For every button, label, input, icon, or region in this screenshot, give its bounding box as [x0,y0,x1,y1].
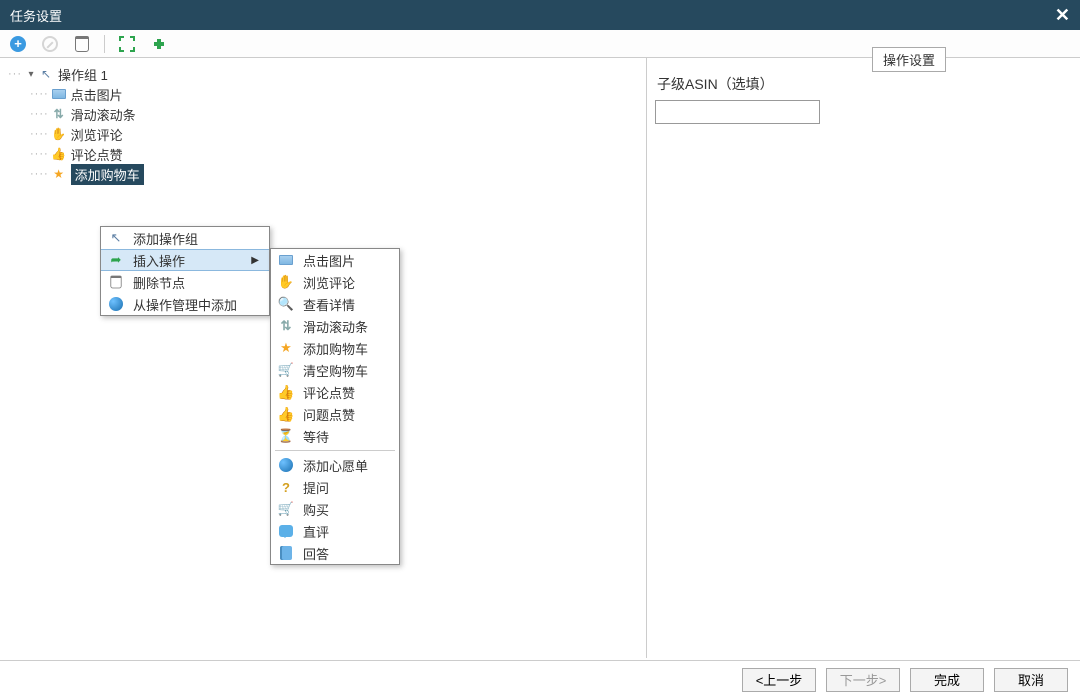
submenu-add-wishlist[interactable]: 添加心愿单 [271,454,399,476]
settings-panel: 操作设置 子级ASIN（选填） [647,58,1080,658]
submenu-buy[interactable]: 🛒购买 [271,498,399,520]
prev-button[interactable]: <上一步 [742,668,816,692]
collapse-icon [151,36,167,52]
separator [104,35,105,53]
titlebar: 任务设置 ✕ [0,0,1080,30]
collapse-all-button[interactable] [149,34,169,54]
window-title: 任务设置 [10,6,62,25]
settings-tab[interactable]: 操作设置 [872,47,946,72]
globe-icon [277,458,295,472]
hourglass-icon: ⏳ [277,428,295,444]
main-area: ··· ▾ ↖ 操作组 1 ···· 点击图片 ···· ⇅ 滑动滚动条 ···… [0,58,1080,658]
submenu-wait[interactable]: ⏳等待 [271,425,399,447]
scroll-icon: ⇅ [277,318,295,334]
tree-item[interactable]: ···· 👍 评论点赞 [8,144,638,164]
tree-root[interactable]: ··· ▾ ↖ 操作组 1 [8,64,638,84]
menu-divider [275,450,395,451]
cursor-icon: ↖ [107,230,125,246]
thumb-up-icon: 👍 [51,146,67,162]
disabled-icon [42,36,58,52]
asin-input[interactable] [655,100,820,124]
menu-insert-operation[interactable]: ➦ 插入操作 ▶ [101,249,269,271]
asin-label: 子级ASIN（选填） [657,74,1072,94]
context-menu: ↖ 添加操作组 ➦ 插入操作 ▶ 删除节点 从操作管理中添加 [100,226,270,316]
next-button: 下一步> [826,668,900,692]
menu-add-group[interactable]: ↖ 添加操作组 [101,227,269,249]
submenu-answer[interactable]: 回答 [271,542,399,564]
collapse-toggle[interactable]: ▾ [24,69,38,80]
add-button[interactable]: + [8,34,28,54]
thumb-up-icon: 👍 [277,406,295,423]
insert-icon: ➦ [107,252,125,268]
cart-icon: 🛒 [277,362,295,378]
star-icon: ★ [51,166,67,182]
submenu-ask[interactable]: ?提问 [271,476,399,498]
question-icon: ? [277,480,295,495]
close-icon[interactable]: ✕ [1055,5,1070,26]
operation-tree: ··· ▾ ↖ 操作组 1 ···· 点击图片 ···· ⇅ 滑动滚动条 ···… [0,62,646,186]
trash-icon [107,274,125,290]
globe-icon [107,297,125,311]
scroll-icon: ⇅ [51,106,67,122]
submenu-question-like[interactable]: 👍问题点赞 [271,403,399,425]
submenu-click-image[interactable]: 点击图片 [271,249,399,271]
hand-icon: ✋ [277,274,295,290]
book-icon [277,546,295,560]
disabled-button [40,34,60,54]
plus-icon: + [10,36,26,52]
thumb-up-icon: 👍 [277,384,295,401]
submenu-add-cart[interactable]: ★添加购物车 [271,337,399,359]
tree-root-label: 操作组 1 [58,65,108,84]
submenu-scroll[interactable]: ⇅滑动滚动条 [271,315,399,337]
menu-delete-node[interactable]: 删除节点 [101,271,269,293]
image-icon [51,86,67,102]
magnifier-icon: 🔍 [277,296,295,312]
footer: <上一步 下一步> 完成 取消 [0,660,1080,698]
expand-icon [119,36,135,52]
expand-all-button[interactable] [117,34,137,54]
menu-add-from-manager[interactable]: 从操作管理中添加 [101,293,269,315]
speech-icon [277,525,295,537]
submenu-review-like[interactable]: 👍评论点赞 [271,381,399,403]
tree-item[interactable]: ···· ✋ 浏览评论 [8,124,638,144]
submenu-view-details[interactable]: 🔍查看详情 [271,293,399,315]
cart-icon: 🛒 [277,501,295,517]
submenu-browse-reviews[interactable]: ✋浏览评论 [271,271,399,293]
tree-item-selected[interactable]: ···· ★ 添加购物车 [8,164,638,184]
cursor-icon: ↖ [38,66,54,82]
star-icon: ★ [277,340,295,356]
delete-button[interactable] [72,34,92,54]
submenu-clear-cart[interactable]: 🛒清空购物车 [271,359,399,381]
image-icon [277,255,295,265]
trash-icon [75,36,89,52]
context-submenu: 点击图片 ✋浏览评论 🔍查看详情 ⇅滑动滚动条 ★添加购物车 🛒清空购物车 👍评… [270,248,400,565]
finish-button[interactable]: 完成 [910,668,984,692]
chevron-right-icon: ▶ [251,255,259,266]
cancel-button[interactable]: 取消 [994,668,1068,692]
hand-icon: ✋ [51,126,67,142]
tree-item[interactable]: ···· 点击图片 [8,84,638,104]
submenu-direct-review[interactable]: 直评 [271,520,399,542]
tree-panel: ··· ▾ ↖ 操作组 1 ···· 点击图片 ···· ⇅ 滑动滚动条 ···… [0,58,647,658]
tree-item[interactable]: ···· ⇅ 滑动滚动条 [8,104,638,124]
